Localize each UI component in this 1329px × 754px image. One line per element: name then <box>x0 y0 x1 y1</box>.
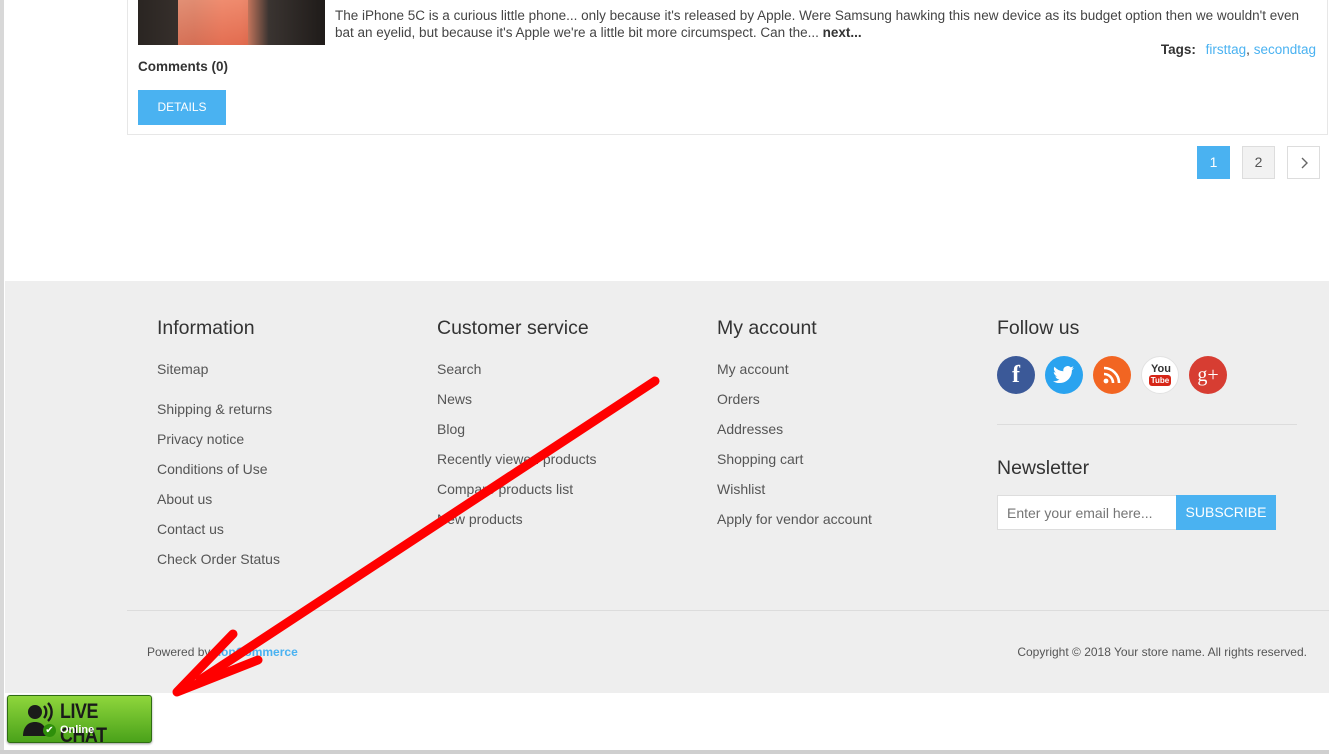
google-plus-icon[interactable]: g+ <box>1189 356 1227 394</box>
copyright-text: Copyright © 2018 Your store name. All ri… <box>1017 645 1307 659</box>
footer-information: Information Sitemap Shipping & returns P… <box>157 317 280 581</box>
tag-link[interactable]: firsttag <box>1206 42 1247 57</box>
read-more-link[interactable]: next... <box>823 25 862 40</box>
footer-my-account: My account My account Orders Addresses S… <box>717 317 872 541</box>
footer-heading: My account <box>717 317 817 339</box>
footer: Information Sitemap Shipping & returns P… <box>5 281 1329 693</box>
comments-count: Comments (0) <box>138 59 229 74</box>
post-thumbnail[interactable] <box>138 0 325 45</box>
post-excerpt: The iPhone 5C is a curious little phone.… <box>335 7 1320 41</box>
newsletter-title: Newsletter <box>997 457 1090 479</box>
nopcommerce-link[interactable]: nopCommerce <box>214 645 298 659</box>
rss-icon[interactable] <box>1093 356 1131 394</box>
page-1-button[interactable]: 1 <box>1197 146 1230 179</box>
chevron-right-icon <box>1301 157 1308 169</box>
page-2-button[interactable]: 2 <box>1242 146 1275 179</box>
footer-heading: Information <box>157 317 255 339</box>
footer-link-contact[interactable]: Contact us <box>157 521 280 551</box>
live-chat-button[interactable]: ✔ LIVE CHAT Online <box>7 695 152 747</box>
tag-link[interactable]: secondtag <box>1254 42 1316 57</box>
live-chat-status: Online <box>60 724 95 736</box>
footer-heading: Follow us <box>997 317 1080 339</box>
next-page-button[interactable] <box>1287 146 1320 179</box>
footer-link-addresses[interactable]: Addresses <box>717 421 872 451</box>
youtube-icon[interactable]: You Tube <box>1141 356 1179 394</box>
footer-follow-us: Follow us <box>997 317 1079 361</box>
subscribe-button[interactable]: SUBSCRIBE <box>1176 495 1276 530</box>
facebook-icon[interactable]: f <box>997 356 1035 394</box>
post-tags: Tags: firsttag, secondtag <box>1161 42 1316 57</box>
footer-link-my-account[interactable]: My account <box>717 361 872 391</box>
window-bottom-edge <box>0 750 1329 754</box>
footer-link-shipping[interactable]: Shipping & returns <box>157 401 280 431</box>
details-button[interactable]: DETAILS <box>138 90 226 125</box>
left-border <box>0 0 4 754</box>
footer-bottom-divider <box>127 610 1329 611</box>
newsletter-email-input[interactable] <box>997 495 1177 530</box>
footer-link-news[interactable]: News <box>437 391 597 421</box>
footer-link-about[interactable]: About us <box>157 491 280 521</box>
powered-by-label: Powered by <box>147 645 211 659</box>
footer-divider <box>997 424 1297 425</box>
footer-link-compare[interactable]: Compare products list <box>437 481 597 511</box>
footer-heading: Customer service <box>437 317 589 339</box>
footer-link-recently-viewed[interactable]: Recently viewed products <box>437 451 597 481</box>
footer-link-search[interactable]: Search <box>437 361 597 391</box>
footer-link-wishlist[interactable]: Wishlist <box>717 481 872 511</box>
footer-link-sitemap[interactable]: Sitemap <box>157 361 280 401</box>
footer-link-cart[interactable]: Shopping cart <box>717 451 872 481</box>
tag-separator: , <box>1246 42 1254 57</box>
footer-link-new-products[interactable]: New products <box>437 511 597 541</box>
powered-by: Powered by nopCommerce <box>147 645 298 659</box>
twitter-icon[interactable] <box>1045 356 1083 394</box>
footer-link-order-status[interactable]: Check Order Status <box>157 551 280 581</box>
footer-link-privacy[interactable]: Privacy notice <box>157 431 280 461</box>
footer-customer-service: Customer service Search News Blog Recent… <box>437 317 597 541</box>
footer-link-vendor[interactable]: Apply for vendor account <box>717 511 872 541</box>
footer-link-conditions[interactable]: Conditions of Use <box>157 461 280 491</box>
tags-label: Tags: <box>1160 42 1196 57</box>
footer-link-blog[interactable]: Blog <box>437 421 597 451</box>
online-check-icon: ✔ <box>43 724 56 737</box>
post-excerpt-text: The iPhone 5C is a curious little phone.… <box>335 8 1299 40</box>
footer-link-orders[interactable]: Orders <box>717 391 872 421</box>
